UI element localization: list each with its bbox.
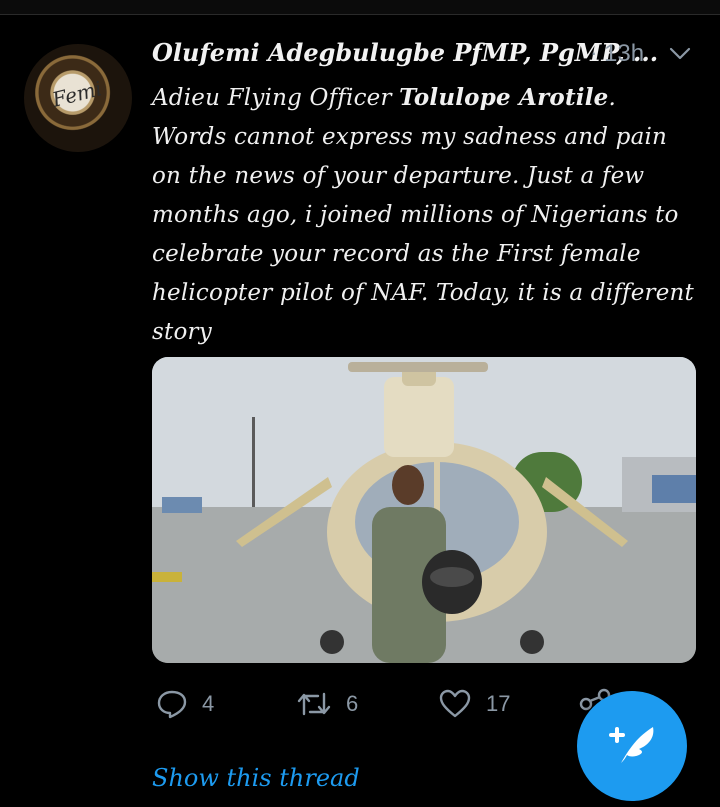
tweet-photo[interactable] [152, 357, 696, 663]
like-button[interactable]: 17 [438, 686, 510, 722]
tweet-text-body: Words cannot express my sadness and pain… [152, 124, 694, 345]
like-icon [439, 689, 471, 718]
status-divider [0, 0, 720, 15]
chevron-down-icon[interactable] [668, 44, 692, 64]
timestamp[interactable]: 13h [604, 40, 644, 68]
tweet-text: Adieu Flying Officer Tolulope Arotile. W… [152, 78, 697, 352]
tweet-text-suffix: . [608, 85, 617, 111]
retweet-count: 6 [346, 691, 359, 716]
avatar[interactable]: Femi [24, 44, 132, 152]
mentioned-name: Tolulope Arotile [399, 84, 609, 111]
reply-count: 4 [202, 691, 215, 716]
helicopter-photo [152, 357, 696, 663]
compose-button[interactable] [577, 691, 687, 801]
retweet-icon [297, 692, 331, 716]
separator-dot: · [590, 40, 598, 65]
avatar-label: Femi [49, 76, 105, 112]
retweet-button[interactable]: 6 [296, 686, 358, 722]
reply-button[interactable]: 4 [156, 686, 214, 722]
like-count: 17 [486, 691, 511, 716]
show-thread-link[interactable]: Show this thread [152, 764, 360, 792]
author-name[interactable]: Olufemi Adegbulugbe PfMP, PgMP, ... [152, 38, 658, 67]
tweet-header: Olufemi Adegbulugbe PfMP, PgMP, ... · 13… [152, 38, 702, 72]
tweet-text-prefix: Adieu Flying Officer [152, 85, 400, 111]
reply-icon [157, 690, 187, 719]
compose-icon [609, 727, 654, 763]
